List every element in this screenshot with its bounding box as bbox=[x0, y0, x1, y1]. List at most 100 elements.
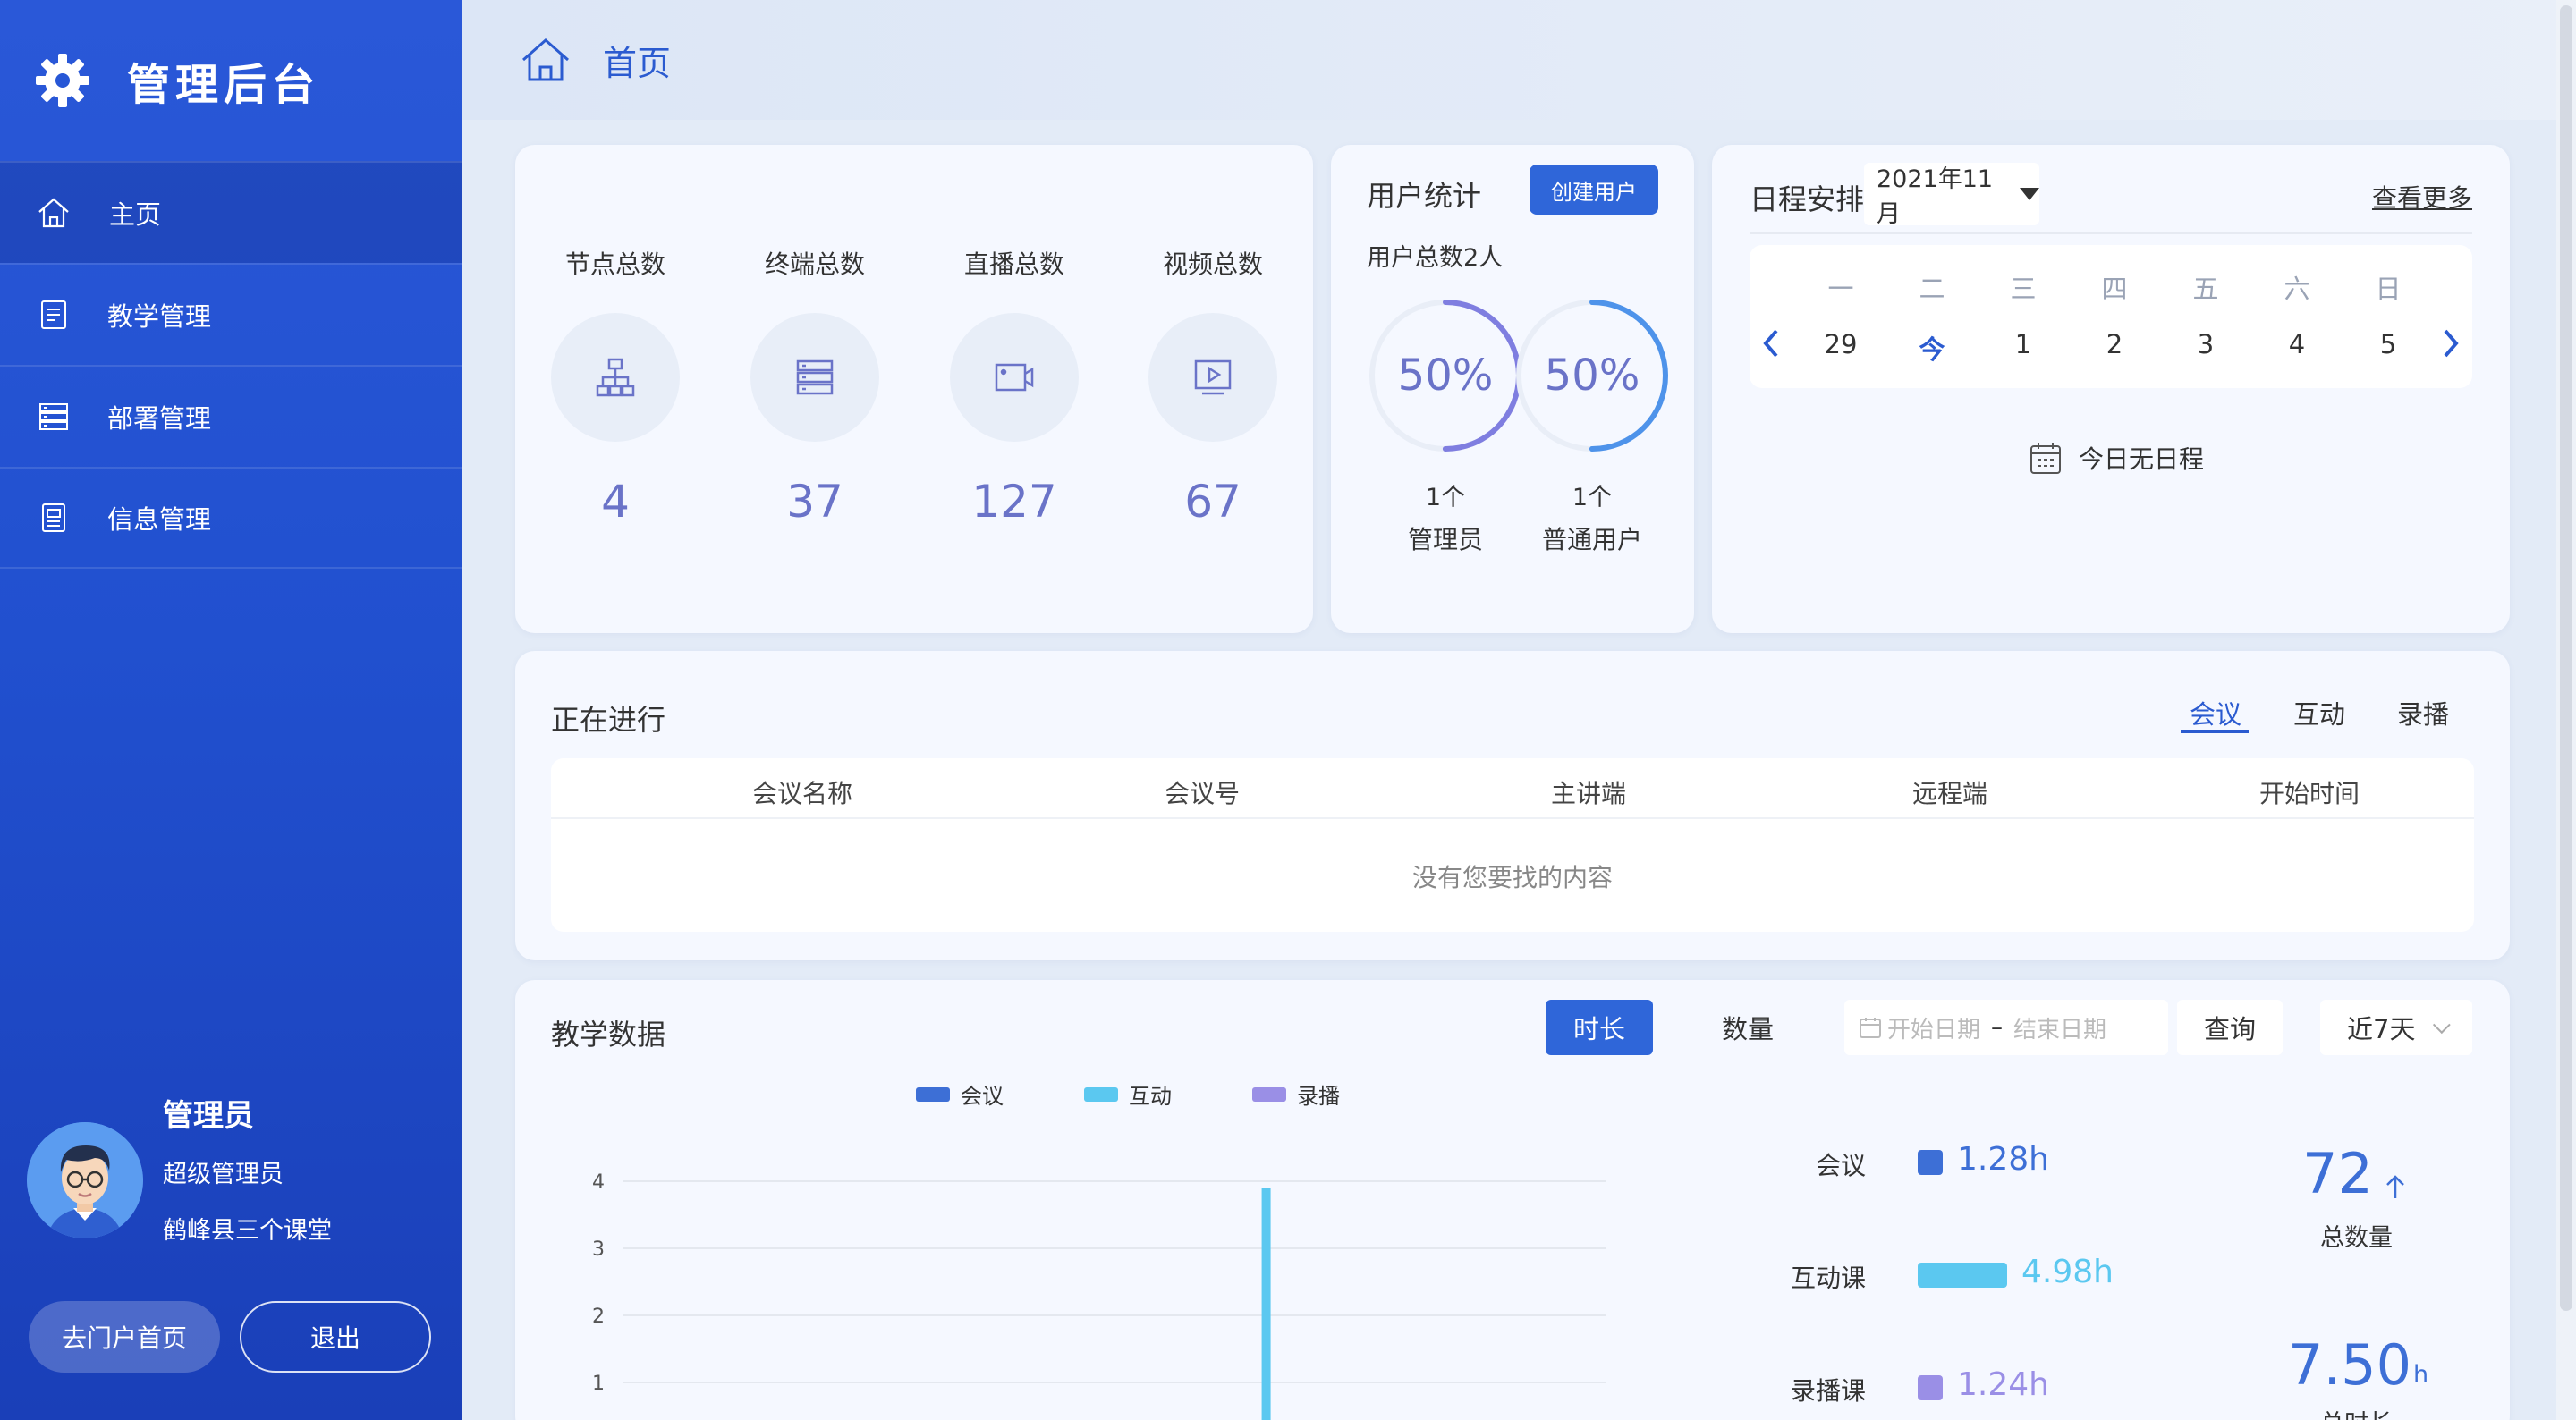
y-tick-label: 2 bbox=[592, 1306, 605, 1328]
calendar-day[interactable]: 3 bbox=[2179, 329, 2233, 359]
total-count-label: 总数量 bbox=[2320, 1224, 2393, 1252]
ring-count: 1个 bbox=[1572, 484, 1613, 511]
stat-value: 67 bbox=[1184, 476, 1241, 528]
legend-swatch bbox=[916, 1086, 950, 1102]
server-icon bbox=[796, 359, 834, 395]
tab-recorded[interactable]: 录播 bbox=[2397, 694, 2449, 731]
sidebar-nav: 主页 教学管理 部署管理 信息管理 bbox=[0, 161, 462, 569]
create-user-button[interactable]: 创建用户 bbox=[1530, 165, 1658, 215]
col-host: 主讲端 bbox=[1550, 779, 1626, 808]
no-schedule: 今日无日程 bbox=[2029, 440, 2204, 476]
sidebar-item-label: 教学管理 bbox=[107, 301, 212, 332]
user-profile: 管理员 超级管理员 鹤峰县三个课堂 bbox=[27, 1091, 332, 1267]
y-tick-label: 3 bbox=[592, 1238, 605, 1261]
weekday-label: 四 bbox=[2101, 274, 2128, 304]
week-strip bbox=[1750, 245, 2472, 388]
total-count: 72 bbox=[2302, 1141, 2373, 1206]
table-empty-message: 没有您要找的内容 bbox=[1411, 863, 1613, 892]
calendar-day[interactable]: 今 bbox=[1905, 329, 1959, 367]
user-stats-card: 用户统计 创建用户 用户总数2人 50% 50% 1个 管理员 1个 普通用户 bbox=[1331, 145, 1694, 633]
y-tick-label: 1 bbox=[592, 1373, 605, 1395]
month-select[interactable]: 2021年11月 bbox=[1864, 163, 2039, 228]
schedule-card: 日程安排 2021年11月 查看更多 今日无日程 一 二 三 四 五 六 日 29 今 1 2 3 4 5 bbox=[1712, 145, 2510, 633]
start-date-input[interactable]: 开始日期 bbox=[1887, 1011, 1980, 1044]
stat-value: 4 bbox=[601, 476, 630, 528]
portal-home-button[interactable]: 去门户首页 bbox=[29, 1301, 220, 1373]
col-remote: 远程端 bbox=[1911, 779, 1987, 808]
total-duration-unit: h bbox=[2413, 1361, 2429, 1389]
ring-label: 管理员 bbox=[1407, 525, 1483, 554]
tab-interactive[interactable]: 互动 bbox=[2293, 694, 2345, 731]
calendar-day[interactable]: 1 bbox=[1996, 329, 2050, 359]
chevron-down-icon bbox=[2433, 1016, 2452, 1035]
sidebar-item-deploy[interactable]: 部署管理 bbox=[0, 365, 462, 467]
legend-interactive: 互动 bbox=[1084, 1078, 1172, 1110]
stats-card: 节点总数 4 终端总数 37 直播总数 127 视频总数 67 bbox=[515, 145, 1313, 633]
sidebar-item-home[interactable]: 主页 bbox=[0, 161, 462, 263]
chevron-right-icon[interactable] bbox=[2438, 327, 2463, 359]
ring-percent: 50% bbox=[1397, 351, 1494, 401]
end-date-input[interactable]: 结束日期 bbox=[2013, 1011, 2106, 1044]
stat-value: 127 bbox=[971, 476, 1057, 528]
summary-label: 互动课 bbox=[1790, 1264, 1866, 1293]
weekday-label: 六 bbox=[2284, 274, 2310, 304]
legend-recorded: 录播 bbox=[1252, 1078, 1340, 1110]
logout-button[interactable]: 退出 bbox=[240, 1301, 431, 1373]
stat-label: 终端总数 bbox=[764, 249, 865, 279]
weekday-label: 五 bbox=[2192, 274, 2219, 304]
query-button[interactable]: 查询 bbox=[2177, 1000, 2283, 1055]
document-icon bbox=[41, 300, 66, 329]
calendar-day[interactable]: 29 bbox=[1814, 329, 1868, 359]
teaching-data-card: 教学数据 时长 数量 开始日期 – 结束日期 查询 近7天 会议 互动 录播 1… bbox=[515, 980, 2510, 1420]
summary-value: 4.98h bbox=[2021, 1254, 2114, 1290]
table-header-divider bbox=[551, 817, 2474, 819]
toggle-count[interactable]: 数量 bbox=[1694, 1000, 1801, 1055]
col-meeting-id: 会议号 bbox=[1164, 779, 1240, 808]
home-icon bbox=[38, 198, 69, 228]
stat-value: 37 bbox=[786, 476, 843, 528]
top-header: 首页 bbox=[462, 0, 2576, 120]
ring-normal: 50% bbox=[1513, 297, 1671, 454]
weekday-label: 日 bbox=[2375, 274, 2402, 304]
date-range-picker[interactable]: 开始日期 – 结束日期 bbox=[1844, 1000, 2168, 1055]
ongoing-card: 正在进行 会议 互动 录播 会议名称 会议号 主讲端 远程端 开始时间 没有您要… bbox=[515, 651, 2510, 960]
sidebar-item-info[interactable]: 信息管理 bbox=[0, 467, 462, 569]
view-more-link[interactable]: 查看更多 bbox=[2372, 179, 2472, 215]
summary-label: 会议 bbox=[1815, 1151, 1866, 1180]
sidebar: 管理后台 主页 教学管理 部署管理 信息管理 管理员 超级管理员 鹤峰县三个课堂… bbox=[0, 0, 462, 1420]
total-duration: 7.50 bbox=[2288, 1332, 2412, 1398]
profile-name: 管理员 bbox=[163, 1098, 254, 1134]
stat-label: 直播总数 bbox=[963, 249, 1064, 279]
hierarchy-icon bbox=[596, 358, 635, 397]
calendar-day[interactable]: 2 bbox=[2088, 329, 2141, 359]
toggle-duration[interactable]: 时长 bbox=[1546, 1000, 1653, 1055]
calendar-day[interactable]: 4 bbox=[2270, 329, 2324, 359]
teaching-bar-chart: 1 2 3 4 bbox=[592, 1171, 1606, 1420]
sidebar-item-label: 主页 bbox=[109, 199, 162, 230]
chevron-left-icon[interactable] bbox=[1758, 327, 1784, 359]
calendar-icon bbox=[2030, 443, 2061, 474]
summary-value: 1.24h bbox=[1957, 1366, 2049, 1403]
video-camera-icon bbox=[995, 363, 1034, 392]
weekday-label: 一 bbox=[1827, 274, 1854, 304]
avatar bbox=[27, 1122, 143, 1238]
gear-icon bbox=[36, 54, 89, 107]
page-scrollbar[interactable] bbox=[2556, 0, 2576, 1420]
profile-org: 鹤峰县三个课堂 bbox=[163, 1217, 332, 1245]
legend-label: 会议 bbox=[961, 1084, 1004, 1109]
calendar-day[interactable]: 5 bbox=[2361, 329, 2415, 359]
no-schedule-text: 今日无日程 bbox=[2079, 444, 2205, 474]
period-value: 近7天 bbox=[2347, 1014, 2416, 1044]
period-select[interactable]: 近7天 bbox=[2320, 1000, 2472, 1055]
weekday-label: 二 bbox=[1919, 274, 1945, 304]
bar-互动 bbox=[1261, 1188, 1271, 1420]
breadcrumb[interactable]: 首页 bbox=[603, 36, 671, 85]
total-duration-label: 总时长 bbox=[2320, 1404, 2393, 1420]
summary-bar bbox=[1918, 1375, 1943, 1400]
home-icon[interactable] bbox=[519, 33, 572, 87]
scrollbar-thumb[interactable] bbox=[2560, 5, 2572, 1311]
sidebar-item-teaching[interactable]: 教学管理 bbox=[0, 263, 462, 365]
app-title: 管理后台 bbox=[127, 60, 321, 110]
tab-meeting[interactable]: 会议 bbox=[2190, 694, 2241, 731]
summary-bar bbox=[1918, 1263, 2007, 1288]
